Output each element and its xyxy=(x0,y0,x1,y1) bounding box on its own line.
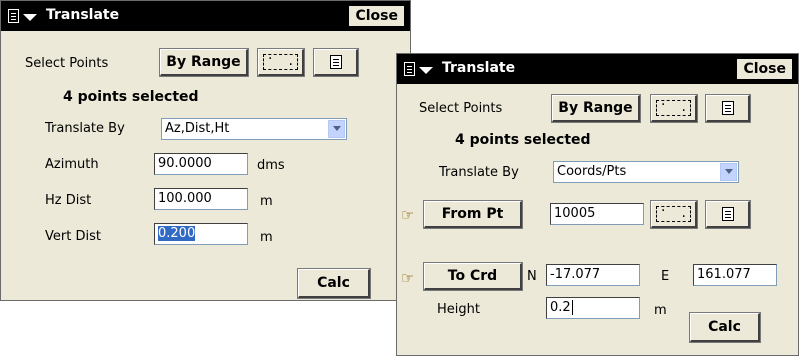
dialog-title: Translate xyxy=(442,60,516,76)
translate-dialog-right: Translate Close Select Points By Range 4… xyxy=(396,53,799,356)
range-select-icon[interactable] xyxy=(650,94,698,123)
e-label: E xyxy=(661,269,670,284)
range-select-icon[interactable] xyxy=(650,200,698,229)
from-pt-input[interactable]: 10005 xyxy=(550,203,644,225)
height-value: 0.2 xyxy=(550,300,571,315)
hz-dist-label: Hz Dist xyxy=(45,193,92,208)
point-list-icon[interactable] xyxy=(705,94,751,123)
translate-by-label: Translate By xyxy=(45,121,125,136)
document-menu-icon[interactable] xyxy=(4,5,42,27)
pointing-hand-icon: ☞ xyxy=(401,206,415,224)
to-crd-button[interactable]: To Crd xyxy=(423,262,523,291)
height-unit: m xyxy=(654,303,667,318)
hz-dist-unit: m xyxy=(260,194,273,209)
azimuth-unit: dms xyxy=(257,158,285,173)
vert-dist-unit: m xyxy=(260,230,273,245)
translate-by-value: Az,Dist,Ht xyxy=(165,121,230,136)
height-input[interactable]: 0.2​ xyxy=(546,297,640,319)
by-range-button[interactable]: By Range xyxy=(159,48,249,77)
title-bar: Translate Close xyxy=(397,54,798,84)
point-list-icon[interactable] xyxy=(313,48,359,77)
vert-dist-label: Vert Dist xyxy=(45,229,101,244)
title-bar: Translate Close xyxy=(1,1,410,31)
hz-dist-input[interactable]: 100.000 xyxy=(154,188,248,210)
n-label: N xyxy=(527,269,537,284)
pointing-hand-icon: ☞ xyxy=(401,269,415,287)
chevron-down-icon[interactable] xyxy=(720,163,737,181)
e-input[interactable]: 161.077 xyxy=(693,264,777,286)
close-button[interactable]: Close xyxy=(736,58,793,80)
close-button[interactable]: Close xyxy=(348,5,405,27)
azimuth-input[interactable]: 90.0000 xyxy=(154,153,248,175)
points-selected-text: 4 points selected xyxy=(455,132,591,148)
from-pt-button[interactable]: From Pt xyxy=(423,200,523,229)
points-selected-text: 4 points selected xyxy=(63,89,199,105)
translate-by-label: Translate By xyxy=(439,165,519,180)
vert-dist-input[interactable]: 0.200 xyxy=(154,223,248,245)
dialog-title: Translate xyxy=(46,7,120,23)
document-menu-icon[interactable] xyxy=(400,58,438,80)
point-list-icon[interactable] xyxy=(705,200,751,229)
translate-by-select[interactable]: Coords/Pts xyxy=(553,161,739,183)
translate-dialog-left: Translate Close Select Points By Range 4… xyxy=(0,0,411,301)
translate-by-value: Coords/Pts xyxy=(557,164,627,179)
height-label: Height xyxy=(437,302,480,317)
vert-dist-value: 0.200 xyxy=(158,226,196,241)
select-points-label: Select Points xyxy=(25,56,109,71)
calc-button[interactable]: Calc xyxy=(689,312,761,343)
azimuth-label: Azimuth xyxy=(45,157,99,172)
select-points-label: Select Points xyxy=(419,101,503,116)
text-cursor: ​ xyxy=(571,300,573,315)
by-range-button[interactable]: By Range xyxy=(551,94,641,123)
range-select-icon[interactable] xyxy=(257,48,305,77)
translate-by-select[interactable]: Az,Dist,Ht xyxy=(161,118,347,140)
n-input[interactable]: -17.077 xyxy=(546,264,640,286)
calc-button[interactable]: Calc xyxy=(297,268,371,299)
chevron-down-icon[interactable] xyxy=(328,120,345,138)
